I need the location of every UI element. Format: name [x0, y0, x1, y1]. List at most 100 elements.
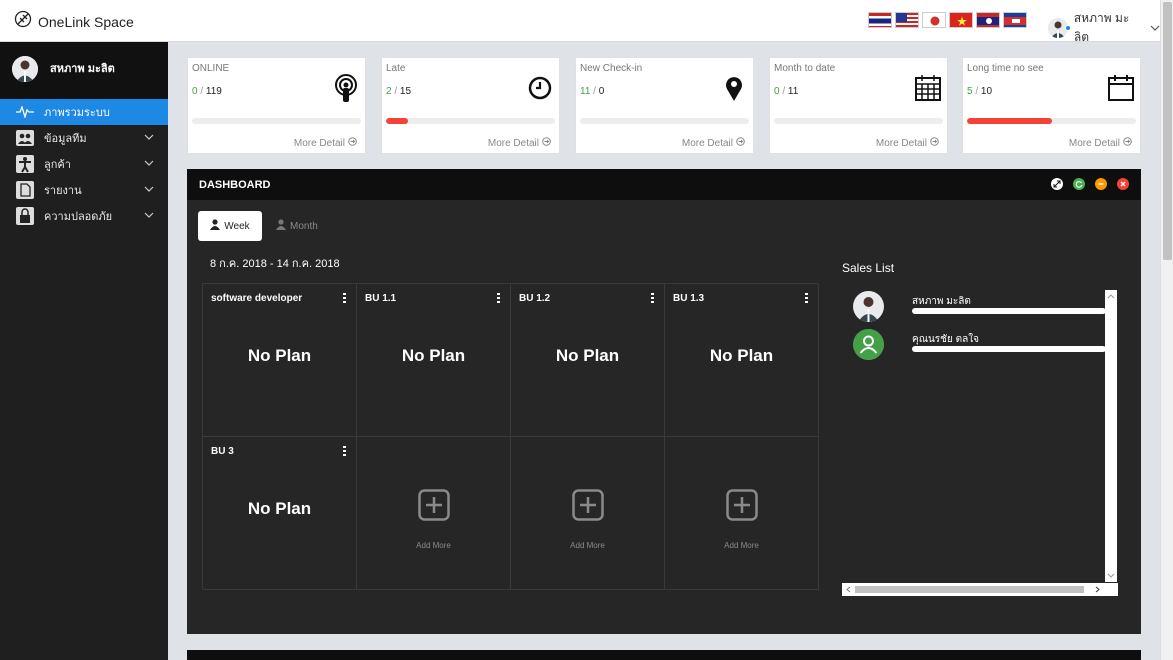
- chevron-down-icon: [144, 132, 154, 144]
- th-flag-icon[interactable]: [868, 12, 892, 28]
- stat-card-long-time-no-see: Long time no see 5 / 10 More Detail: [962, 57, 1141, 154]
- minimize-icon[interactable]: [1095, 178, 1107, 190]
- stat-value: 0 / 119: [192, 86, 222, 97]
- sales-list: สหภาพ มะลิต คุณนรชัย ตลใจ: [842, 290, 1118, 597]
- stat-progress: [580, 118, 749, 124]
- sidebar-item-label: ลูกค้า: [44, 159, 71, 171]
- plus-square-icon[interactable]: [572, 489, 604, 521]
- us-flag-icon[interactable]: [895, 12, 919, 28]
- arrow-circle-icon: [1123, 137, 1132, 149]
- panel-title: DASHBOARD: [199, 178, 271, 191]
- sales-list-hscrollbar[interactable]: [842, 583, 1118, 596]
- more-detail-link[interactable]: More Detail: [488, 137, 551, 149]
- panel-header: DASHBOARD: [187, 169, 1141, 200]
- plan-status: No Plan: [555, 346, 620, 365]
- stat-card-month-to-date: Month to date 0 / 11 More Detail: [769, 57, 948, 154]
- sales-progress: [912, 346, 1106, 352]
- top-bar: OneLink Space สหภาพ มะลิต: [0, 0, 1160, 44]
- more-vertical-icon[interactable]: [805, 293, 808, 303]
- secondary-panel-header: [187, 650, 1141, 660]
- stat-card-late: Late 2 / 15 More Detail: [381, 57, 560, 154]
- more-vertical-icon[interactable]: [497, 293, 500, 303]
- stat-title: Long time no see: [967, 63, 1044, 74]
- la-flag-icon[interactable]: [976, 12, 1000, 28]
- plan-cell[interactable]: BU 1.3 No Plan: [665, 284, 819, 437]
- more-detail-link[interactable]: More Detail: [1069, 137, 1132, 149]
- add-plan-cell[interactable]: Add More: [665, 437, 819, 590]
- add-plan-cell[interactable]: Add More: [357, 437, 511, 590]
- plan-cell[interactable]: BU 1.1 No Plan: [357, 284, 511, 437]
- close-icon[interactable]: [1117, 178, 1129, 190]
- kh-flag-icon[interactable]: [1003, 12, 1027, 28]
- more-detail-link[interactable]: More Detail: [682, 137, 745, 149]
- vn-flag-icon[interactable]: [949, 12, 973, 28]
- calendar-grid-icon: [915, 74, 941, 102]
- plan-cell[interactable]: software developer No Plan: [203, 284, 357, 437]
- stat-progress: [192, 118, 361, 124]
- sales-list-title: Sales List: [842, 261, 895, 275]
- more-detail-link[interactable]: More Detail: [294, 137, 357, 149]
- add-plan-cell[interactable]: Add More: [511, 437, 665, 590]
- lock-icon: [16, 207, 34, 225]
- cell-title: software developer: [211, 293, 303, 304]
- arrow-circle-icon: [930, 137, 939, 149]
- plan-cell[interactable]: BU 3 No Plan: [203, 437, 357, 590]
- stat-progress: [386, 118, 555, 124]
- sidebar-item-reports[interactable]: รายงาน: [0, 177, 168, 203]
- plus-square-icon[interactable]: [726, 489, 758, 521]
- user-avatar-icon: [853, 329, 884, 360]
- chevron-down-icon: [144, 158, 154, 170]
- refresh-icon[interactable]: [1073, 178, 1085, 190]
- plus-square-icon[interactable]: [418, 489, 450, 521]
- jp-flag-icon[interactable]: [922, 12, 946, 28]
- stat-value: 0 / 11: [774, 86, 799, 97]
- sales-list-scrollbar[interactable]: [1105, 290, 1117, 582]
- sidebar-item-customers[interactable]: ลูกค้า: [0, 151, 168, 177]
- plan-grid: software developer No Plan BU 1.1 No Pla…: [202, 283, 819, 590]
- stat-value: 5 / 10: [967, 86, 993, 97]
- dashboard-panel: DASHBOARD Week Month 8 ก.ค. 2018 - 14 ก.…: [187, 169, 1141, 634]
- app-logo[interactable]: OneLink Space: [14, 10, 134, 33]
- team-icon: [16, 129, 34, 147]
- tab-week-label: Week: [224, 220, 250, 232]
- cell-title: BU 1.1: [365, 293, 397, 304]
- sidebar-item-team[interactable]: ข้อมูลทีม: [0, 125, 168, 151]
- more-vertical-icon[interactable]: [651, 293, 654, 303]
- plan-status: No Plan: [709, 346, 774, 365]
- arrow-circle-icon: [348, 137, 357, 149]
- tab-month[interactable]: Month: [276, 211, 318, 241]
- more-vertical-icon[interactable]: [343, 293, 346, 303]
- stat-title: Month to date: [774, 63, 836, 74]
- stat-progress: [774, 118, 943, 124]
- sidebar-item-label: ข้อมูลทีม: [44, 133, 87, 145]
- pulse-icon: [16, 103, 34, 121]
- sidebar-item-security[interactable]: ความปลอดภัย: [0, 203, 168, 229]
- sales-item[interactable]: สหภาพ มะลิต: [853, 291, 1106, 325]
- clock-icon: [527, 74, 553, 102]
- stat-value: 2 / 15: [386, 86, 412, 97]
- cell-title: BU 1.2: [519, 293, 551, 304]
- sales-item[interactable]: คุณนรชัย ตลใจ: [853, 329, 1106, 363]
- chevron-down-icon: [1150, 19, 1160, 37]
- document-icon: [16, 181, 34, 199]
- page-scrollbar[interactable]: [1160, 0, 1173, 660]
- sidebar-item-overview[interactable]: ภาพรวมระบบ: [0, 99, 168, 125]
- panel-controls: [1051, 178, 1129, 190]
- stat-card-online: ONLINE 0 / 119 More Detail: [187, 57, 366, 154]
- avatar: [853, 291, 884, 322]
- tab-month-label: Month: [290, 220, 318, 232]
- sidebar-user-name: สหภาพ มะลิต: [50, 63, 115, 75]
- stat-title: New Check-in: [580, 63, 643, 74]
- sales-progress: [912, 308, 1106, 314]
- more-detail-link[interactable]: More Detail: [876, 137, 939, 149]
- sidebar: สหภาพ มะลิต ภาพรวมระบบ ข้อมูลทีม ลูกค้า …: [0, 42, 168, 660]
- tab-week[interactable]: Week: [198, 211, 262, 241]
- scrollbar-thumb[interactable]: [1163, 2, 1172, 260]
- sidebar-user: สหภาพ มะลิต: [0, 42, 168, 99]
- expand-icon[interactable]: [1051, 178, 1063, 190]
- cell-title: BU 1.3: [673, 293, 705, 304]
- more-vertical-icon[interactable]: [343, 446, 346, 456]
- plan-cell[interactable]: BU 1.2 No Plan: [511, 284, 665, 437]
- chevron-down-icon: [144, 184, 154, 196]
- sales-name: คุณนรชัย ตลใจ: [912, 334, 979, 345]
